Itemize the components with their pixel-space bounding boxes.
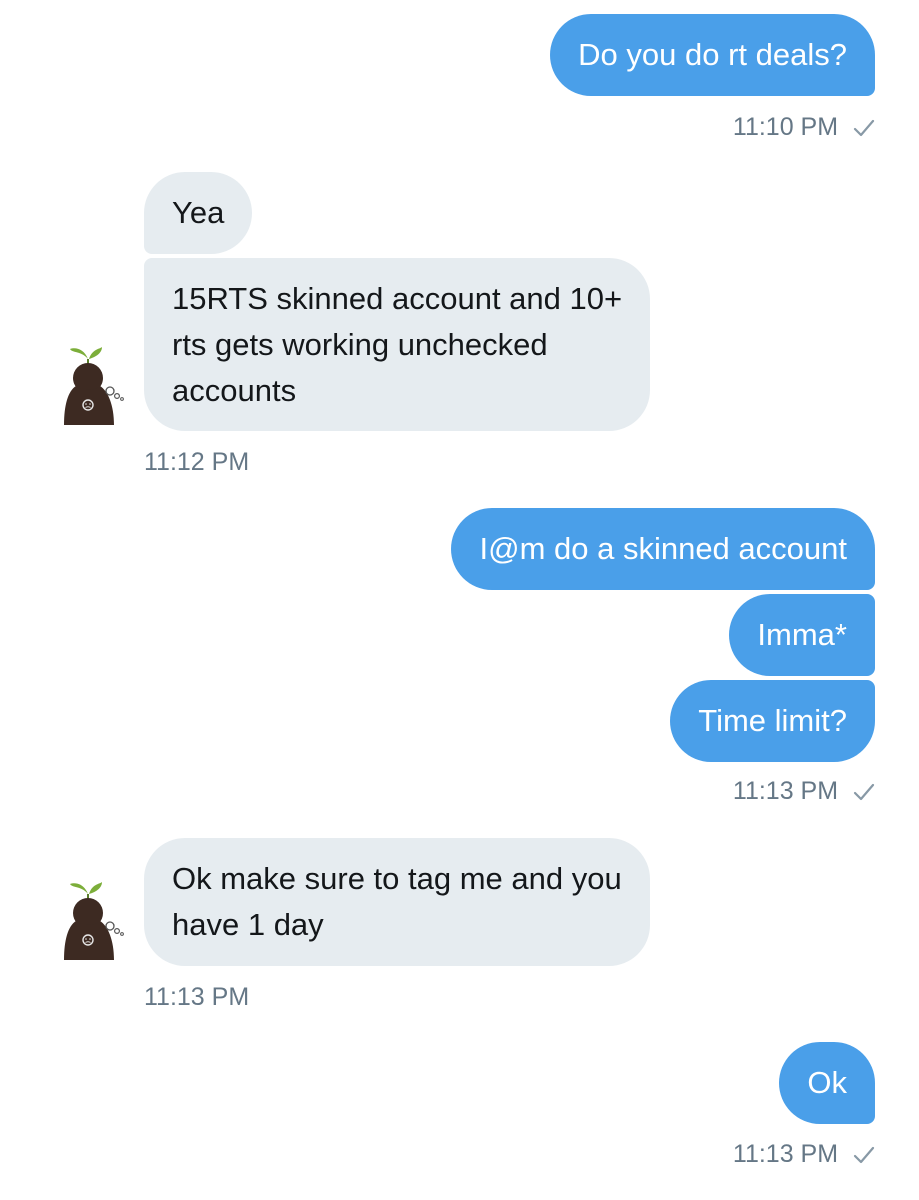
message-timestamp: 11:13 PM: [144, 982, 249, 1012]
check-icon: [853, 784, 875, 801]
message-bubble-received[interactable]: 15RTS skinned account and 10+ rts gets w…: [144, 258, 651, 431]
message-timestamp: 11:10 PM: [733, 112, 875, 142]
message-bubble-sent[interactable]: Imma*: [729, 594, 875, 676]
message-text: Yea: [172, 195, 225, 230]
message-timestamp: 11:12 PM: [144, 447, 249, 477]
timestamp-text: 11:10 PM: [732, 113, 839, 141]
message-text: Ok: [807, 1065, 847, 1100]
avatar[interactable]: [58, 345, 128, 435]
message-bubble-received[interactable]: Ok make sure to tag me and you have 1 da…: [144, 838, 650, 966]
check-icon: [853, 1147, 875, 1164]
message-text-line: 15RTS skinned account and 10+: [172, 281, 623, 316]
timestamp-text: 11:13 PM: [144, 983, 250, 1011]
message-bubble-sent[interactable]: Do you do rt deals?: [550, 14, 875, 96]
message-text-line: have 1 day: [172, 907, 324, 942]
message-text-line: rts gets working unchecked: [172, 327, 548, 362]
avatar[interactable]: [58, 880, 128, 970]
message-text-line: accounts: [172, 373, 297, 408]
message-text: Imma*: [757, 617, 847, 652]
message-text: Time limit?: [698, 703, 847, 738]
message-timestamp: 11:13 PM: [733, 776, 875, 806]
timestamp-text: 11:12 PM: [144, 448, 250, 476]
message-bubble-sent[interactable]: Time limit?: [670, 680, 875, 762]
message-text: I@m do a skinned account: [479, 531, 847, 566]
message-timestamp: 11:13 PM: [733, 1139, 875, 1169]
message-text-line: Ok make sure to tag me and you: [172, 861, 622, 896]
check-icon: [853, 120, 875, 137]
message-bubble-sent[interactable]: Ok: [779, 1042, 875, 1124]
message-text: Do you do rt deals?: [578, 37, 847, 72]
message-bubble-received[interactable]: Yea: [144, 172, 253, 254]
timestamp-text: 11:13 PM: [732, 1140, 839, 1168]
message-bubble-sent[interactable]: I@m do a skinned account: [451, 508, 875, 590]
timestamp-text: 11:13 PM: [732, 777, 839, 805]
